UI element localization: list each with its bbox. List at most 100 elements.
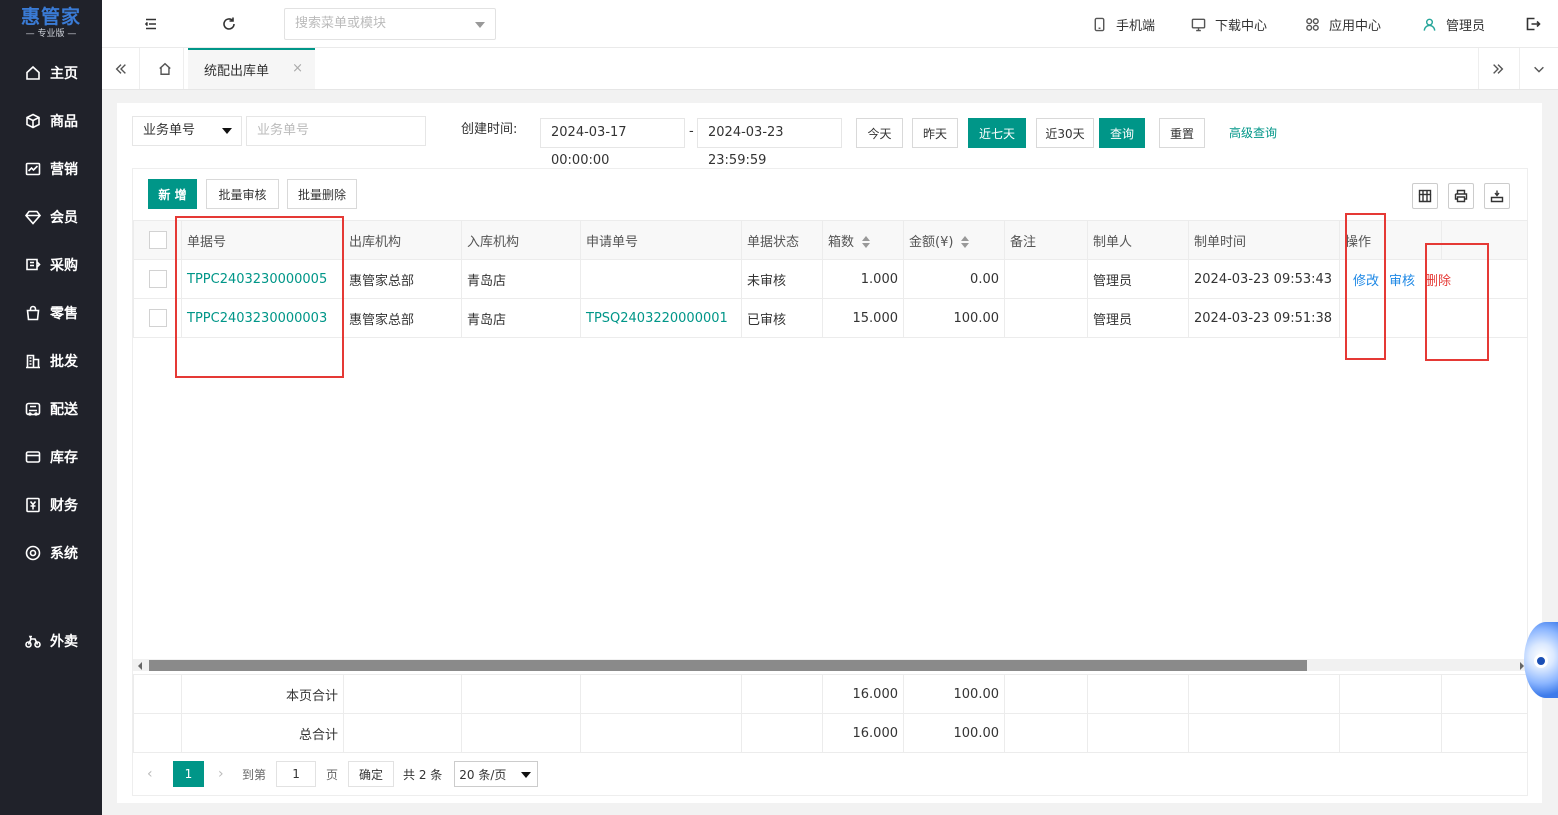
goto-page-input[interactable]: 1 [276, 761, 317, 787]
close-icon[interactable]: × [292, 61, 303, 76]
home-icon [24, 64, 42, 82]
purchase-icon [24, 256, 42, 274]
top-header: 搜索菜单或模块 手机端 下载中心 应用中心 管理员 [102, 0, 1558, 48]
sidebar-item-system[interactable]: 系统 [0, 533, 102, 573]
batch-delete-button[interactable]: 批量删除 [287, 179, 357, 209]
maker-cell: 管理员 [1087, 259, 1189, 299]
advanced-query-link[interactable]: 高级查询 [1229, 118, 1277, 148]
sidebar-item-label: 外卖 [50, 634, 78, 650]
horizontal-scrollbar[interactable] [133, 659, 1527, 671]
apply-no-link[interactable] [580, 259, 742, 299]
sidebar-item-marketing[interactable]: 营销 [0, 149, 102, 189]
page-total-boxes: 16.000 [822, 674, 904, 714]
status-cell: 未审核 [741, 259, 823, 299]
add-button[interactable]: 新 增 [148, 179, 197, 209]
last-30-days-button[interactable]: 近30天 [1036, 118, 1094, 148]
last-7-days-button[interactable]: 近七天 [968, 118, 1026, 148]
annotation-box-doc-no [175, 216, 344, 378]
sidebar: 惠管家 — 专业版 — 主页 商品 营销 会员 采购 零售 批发 配送 库存 财… [0, 0, 102, 815]
menu-search-input[interactable]: 搜索菜单或模块 [284, 8, 496, 40]
print-icon[interactable] [1448, 183, 1474, 209]
sidebar-item-label: 财务 [50, 498, 78, 514]
logout-icon[interactable] [1523, 14, 1543, 34]
apply-no-link[interactable]: TPSQ2403220000001 [580, 298, 742, 338]
page-total-label: 本页合计 [181, 674, 344, 714]
current-page-button[interactable]: 1 [173, 761, 204, 787]
sidebar-item-label: 主页 [50, 66, 78, 82]
sidebar-item-label: 采购 [50, 258, 78, 274]
boxes-cell: 1.000 [822, 259, 904, 299]
sidebar-item-wholesale[interactable]: 批发 [0, 341, 102, 381]
sidebar-item-purchase[interactable]: 采购 [0, 245, 102, 285]
row-checkbox[interactable] [148, 270, 167, 288]
tab-home-icon[interactable] [146, 48, 184, 89]
download-center-link[interactable]: 下载中心 [1191, 14, 1267, 34]
tabs-menu-chevron-down-icon[interactable] [1519, 48, 1557, 89]
batch-audit-button[interactable]: 批量审核 [206, 179, 279, 209]
col-amount[interactable]: 金额(¥) [903, 220, 1005, 260]
chevron-down-icon [222, 128, 232, 134]
sidebar-item-label: 配送 [50, 402, 78, 418]
monitor-icon [1191, 18, 1206, 31]
grand-total-row: 总合计 16.000 100.00 [133, 713, 1528, 753]
grand-total-amount: 100.00 [903, 713, 1005, 753]
sidebar-item-goods[interactable]: 商品 [0, 101, 102, 141]
date-to-input[interactable]: 2024-03-23 23:59:59 [697, 118, 842, 168]
sidebar-item-stock[interactable]: 库存 [0, 437, 102, 477]
col-in-org: 入库机构 [461, 220, 581, 260]
sidebar-item-home[interactable]: 主页 [0, 53, 102, 93]
today-button[interactable]: 今天 [856, 118, 903, 148]
scrollbar-thumb[interactable] [149, 660, 1307, 671]
in-org-cell: 青岛店 [461, 259, 581, 299]
sidebar-item-label: 批发 [50, 354, 78, 370]
sidebar-item-takeout[interactable]: 外卖 [0, 621, 102, 661]
reset-button[interactable]: 重置 [1159, 118, 1205, 148]
date-from-input[interactable]: 2024-03-17 00:00:00 [540, 118, 685, 168]
select-all-checkbox[interactable] [148, 231, 167, 249]
goto-confirm-button[interactable]: 确定 [348, 761, 395, 787]
col-time: 制单时间 [1188, 220, 1340, 260]
sidebar-item-finance[interactable]: 财务 [0, 485, 102, 525]
scroll-left-arrow-icon[interactable] [138, 662, 142, 670]
mobile-link[interactable]: 手机端 [1092, 14, 1155, 34]
chart-icon [24, 160, 42, 178]
sidebar-item-retail[interactable]: 零售 [0, 293, 102, 333]
doc-no-input[interactable]: 业务单号 [246, 116, 426, 146]
columns-icon[interactable] [1412, 183, 1438, 209]
next-page-icon[interactable]: › [218, 766, 232, 782]
query-button[interactable]: 查询 [1099, 118, 1145, 148]
export-icon[interactable] [1484, 183, 1510, 209]
download-center-label: 下载中心 [1215, 18, 1268, 34]
goto-label: 到第 [242, 767, 267, 782]
sidebar-item-label: 库存 [50, 450, 78, 466]
search-field-value: 业务单号 [143, 123, 196, 138]
row-checkbox[interactable] [148, 309, 167, 327]
col-remark: 备注 [1004, 220, 1088, 260]
total-count: 共 2 条 [403, 767, 443, 782]
tab-dispatch-outbound[interactable]: 统配出库单 × [188, 48, 315, 89]
collapse-menu-icon[interactable] [141, 14, 161, 34]
time-cell: 2024-03-23 09:53:43 [1188, 259, 1340, 299]
prev-page-icon[interactable]: ‹ [147, 766, 161, 782]
sort-icon[interactable] [961, 236, 970, 248]
sidebar-item-label: 营销 [50, 162, 78, 178]
audit-link[interactable]: 审核 [1389, 274, 1415, 289]
col-boxes[interactable]: 箱数 [822, 220, 904, 260]
app-center-link[interactable]: 应用中心 [1305, 14, 1381, 34]
search-field-select[interactable]: 业务单号 [132, 116, 242, 146]
page-size-select[interactable]: 20 条/页 [454, 761, 539, 787]
sidebar-item-delivery[interactable]: 配送 [0, 389, 102, 429]
page-total-amount: 100.00 [903, 674, 1005, 714]
refresh-icon[interactable] [219, 14, 239, 34]
logo-edition: 专业版 [37, 28, 65, 39]
money-icon [24, 496, 42, 514]
tabs-scroll-left-icon[interactable] [102, 48, 140, 89]
sort-icon[interactable] [862, 236, 871, 248]
sidebar-item-member[interactable]: 会员 [0, 197, 102, 237]
bag-icon [24, 304, 42, 322]
tabs-scroll-right-icon[interactable] [1478, 48, 1516, 89]
settings-icon [24, 544, 42, 562]
yesterday-button[interactable]: 昨天 [912, 118, 958, 148]
user-menu[interactable]: 管理员 [1422, 14, 1485, 34]
box-icon [24, 112, 42, 130]
